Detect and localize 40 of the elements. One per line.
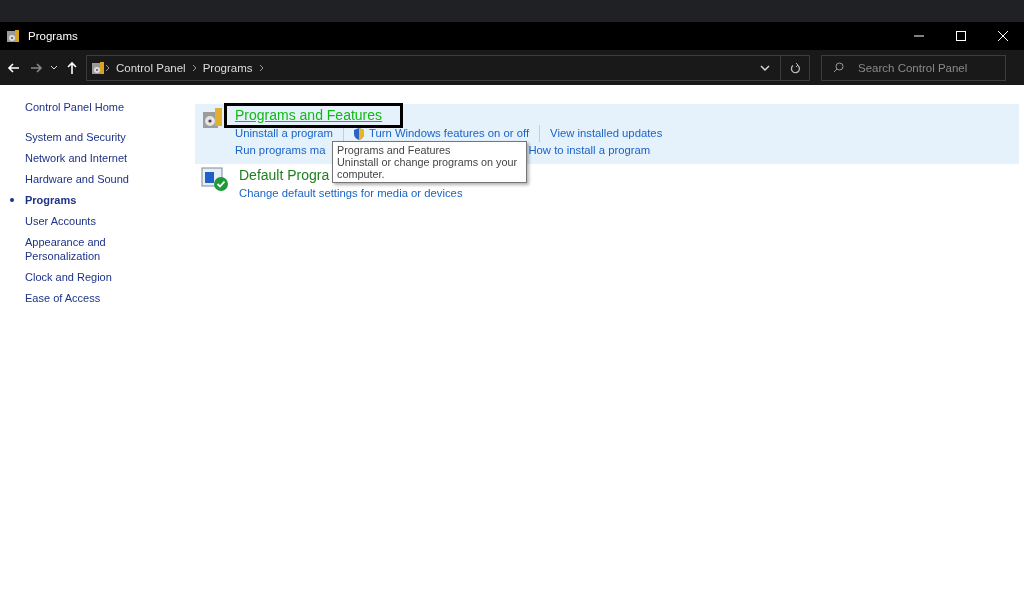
control-panel-home-link[interactable]: Control Panel Home bbox=[25, 101, 125, 113]
sidebar-item[interactable]: Clock and Region bbox=[25, 270, 135, 284]
search-icon bbox=[833, 61, 844, 73]
close-icon bbox=[998, 31, 1008, 41]
chevron-icon bbox=[258, 63, 264, 72]
task-link[interactable]: Change default settings for media or devices bbox=[239, 185, 463, 202]
minimize-icon bbox=[914, 35, 924, 37]
sidebar-item[interactable]: Programs bbox=[25, 193, 135, 207]
default-programs-icon bbox=[201, 166, 229, 192]
window-title: Programs bbox=[28, 30, 78, 42]
sidebar-item[interactable]: System and Security bbox=[25, 130, 135, 144]
recent-dropdown-icon[interactable] bbox=[50, 64, 58, 71]
breadcrumb[interactable]: Programs bbox=[202, 61, 253, 74]
programs-icon bbox=[201, 106, 225, 130]
sidebar-item[interactable]: Network and Internet bbox=[25, 151, 135, 165]
sidebar-item[interactable]: Ease of Access bbox=[25, 291, 135, 305]
control-panel-icon bbox=[91, 60, 105, 75]
tooltip-text: Uninstall or change programs on your computer. bbox=[337, 156, 519, 180]
forward-arrow-icon[interactable] bbox=[29, 60, 43, 75]
sidebar-item[interactable]: User Accounts bbox=[25, 214, 135, 228]
tooltip-title: Programs and Features bbox=[337, 144, 452, 156]
category-title[interactable]: Default Progra bbox=[239, 166, 330, 185]
task-link[interactable]: How to install a program bbox=[528, 142, 651, 159]
task-link[interactable]: Uninstall a program bbox=[235, 125, 333, 142]
up-arrow-icon[interactable] bbox=[65, 60, 79, 75]
sidebar-item[interactable]: Hardware and Sound bbox=[25, 172, 135, 186]
control-panel-icon bbox=[6, 29, 20, 43]
dropdown-icon[interactable] bbox=[760, 64, 770, 71]
refresh-icon[interactable] bbox=[789, 61, 801, 74]
task-link[interactable]: View installed updates bbox=[539, 125, 663, 142]
selected-bullet bbox=[10, 198, 14, 202]
breadcrumb[interactable]: Control Panel bbox=[116, 61, 186, 74]
maximize-icon bbox=[956, 31, 966, 41]
sidebar-item[interactable]: Appearance and Personalization bbox=[25, 235, 135, 263]
chevron-icon bbox=[105, 63, 110, 72]
search-field[interactable]: Search Control Panel bbox=[821, 54, 1006, 81]
back-arrow-icon[interactable] bbox=[7, 60, 21, 75]
chevron-icon bbox=[191, 63, 197, 72]
task-link[interactable]: Run programs ma bbox=[235, 142, 326, 159]
address-bar[interactable]: Control Panel Programs bbox=[86, 54, 810, 81]
